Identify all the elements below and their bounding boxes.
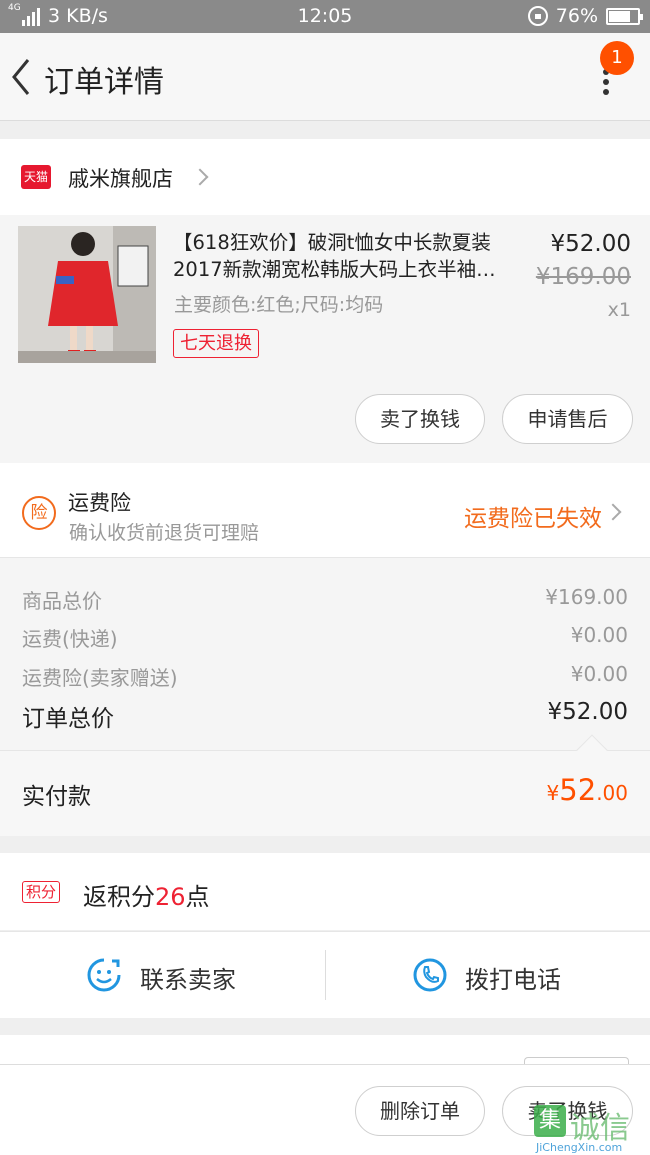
notification-badge: 1 — [600, 41, 634, 75]
summary-value: ¥169.00 — [545, 585, 628, 609]
battery-percent: 76% — [555, 5, 598, 27]
original-price: ¥169.00 — [535, 264, 631, 290]
price-summary: 商品总价 ¥169.00 运费(快递) ¥0.00 运费险(卖家赠送) ¥0.0… — [0, 557, 650, 750]
rotation-lock-icon — [527, 6, 548, 26]
payment-decimal: .00 — [596, 781, 628, 805]
summary-label: 商品总价 — [22, 589, 102, 613]
status-bar: 4G 3 KB/s 12:05 76% — [0, 0, 650, 33]
nav-bar: 订单详情 1 — [0, 33, 650, 121]
payment-amount: ¥52.00 — [547, 773, 628, 807]
call-phone-label: 拨打电话 — [465, 966, 561, 994]
points-badge: 积分 — [22, 881, 61, 903]
summary-label: 运费险(卖家赠送) — [22, 666, 178, 690]
points-suffix: 点 — [185, 883, 210, 911]
shop-row[interactable]: 天猫 戚米旗舰店 — [0, 139, 650, 215]
sell-for-cash-button[interactable]: 卖了换钱 — [355, 394, 485, 444]
after-sales-button[interactable]: 申请售后 — [502, 394, 633, 444]
insurance-title: 运费险 — [68, 491, 131, 515]
summary-value: ¥0.00 — [570, 662, 628, 686]
page-title: 订单详情 — [44, 65, 164, 100]
order-total-value: ¥52.00 — [547, 699, 628, 725]
watermark-url: JiChengXin.com — [536, 1141, 623, 1154]
summary-row: 商品总价 ¥169.00 — [22, 585, 628, 614]
contact-bar: 联系卖家 拨打电话 — [0, 931, 650, 1018]
chat-icon — [87, 958, 121, 992]
watermark-mark: 集 — [534, 1105, 566, 1137]
watermark-logo: 集 诚信 JiChengXin.com — [530, 1101, 650, 1155]
payment-label: 实付款 — [22, 784, 91, 810]
tmall-logo: 天猫 — [21, 165, 51, 189]
delete-order-button[interactable]: 删除订单 — [355, 1086, 485, 1136]
return-policy-badge: 七天退换 — [173, 329, 259, 358]
points-amount: 26 — [155, 883, 186, 911]
chevron-right-icon — [604, 503, 622, 521]
shop-name: 戚米旗舰店 — [68, 167, 173, 191]
quantity: x1 — [607, 299, 631, 321]
summary-row: 运费(快递) ¥0.00 — [22, 623, 628, 652]
insurance-status: 运费险已失效 — [464, 506, 602, 532]
actual-payment-row: 实付款 ¥52.00 — [0, 734, 650, 836]
payment-currency: ¥ — [546, 781, 560, 805]
phone-icon — [413, 958, 447, 992]
contact-seller-label: 联系卖家 — [140, 966, 236, 994]
points-prefix: 返积分 — [83, 883, 155, 911]
shipping-insurance-row[interactable]: 险 运费险 确认收货前退货可理赔 运费险已失效 — [0, 463, 650, 557]
points-row: 积分 返积分26点 — [0, 853, 650, 930]
call-phone-button[interactable]: 拨打电话 — [326, 932, 650, 1019]
chevron-right-icon — [191, 168, 209, 186]
payment-integer: 52 — [559, 773, 597, 807]
summary-row: 运费险(卖家赠送) ¥0.00 — [22, 662, 628, 691]
summary-value: ¥0.00 — [570, 623, 628, 647]
product-spec: 主要颜色:红色;尺码:均码 — [174, 294, 384, 316]
product-title[interactable]: 【618狂欢价】破洞t恤女中长款夏装2017新款潮宽松韩版大码上衣半袖… — [173, 229, 525, 283]
battery-icon — [606, 7, 643, 25]
next-section-card — [0, 1035, 650, 1067]
points-text: 返积分26点 — [83, 877, 210, 912]
summary-label: 运费(快递) — [22, 627, 118, 651]
order-total-label: 订单总价 — [22, 706, 114, 732]
contact-seller-button[interactable]: 联系卖家 — [0, 932, 325, 1019]
order-total-row: 订单总价 ¥52.00 — [22, 699, 628, 733]
back-icon[interactable] — [10, 57, 32, 97]
unit-price: ¥52.00 — [550, 231, 631, 257]
product-image[interactable] — [18, 226, 156, 363]
insurance-icon: 险 — [22, 496, 56, 530]
order-item: 【618狂欢价】破洞t恤女中长款夏装2017新款潮宽松韩版大码上衣半袖… 主要颜… — [0, 215, 650, 463]
insurance-subtitle: 确认收货前退货可理赔 — [69, 522, 260, 544]
